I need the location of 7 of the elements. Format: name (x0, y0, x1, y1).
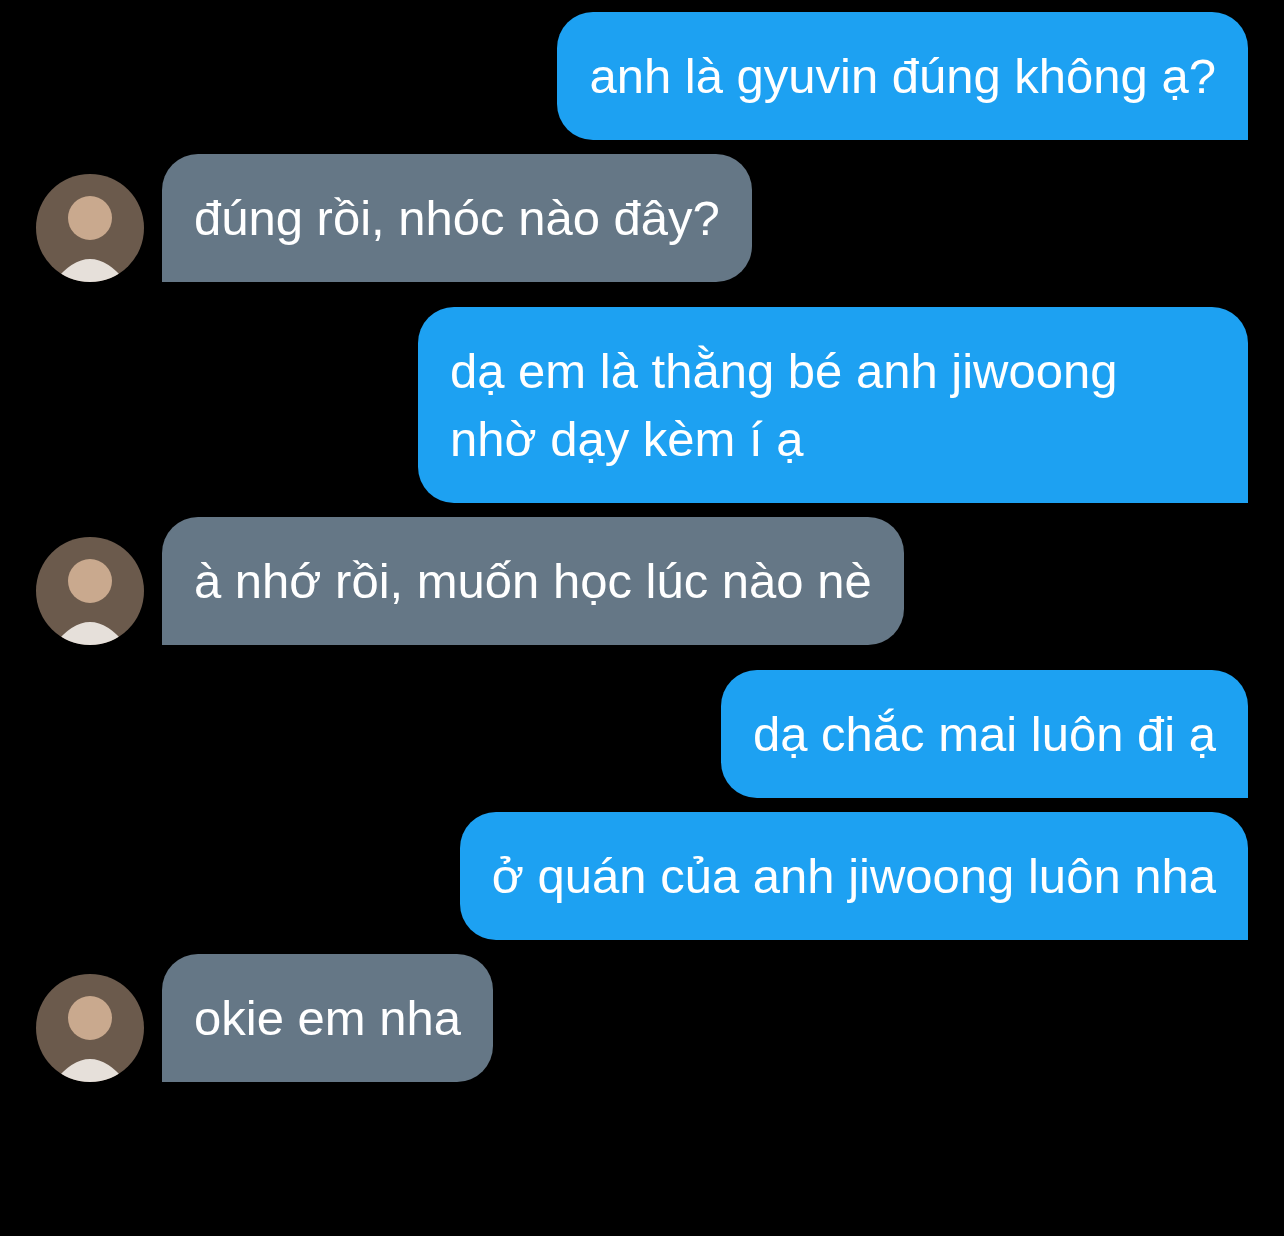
sent-message: dạ em là thằng bé anh jiwoong nhờ dạy kèm í ạ (418, 307, 1248, 503)
sent-message: ở quán của anh jiwoong luôn nha (459, 812, 1248, 940)
received-message: đúng rồi, nhóc nào đây? (162, 154, 752, 282)
sent-message: anh là gyuvin đúng không ạ? (557, 12, 1248, 140)
received-message: à nhớ rồi, muốn học lúc nào nè (162, 517, 904, 645)
sent-message: dạ chắc mai luôn đi ạ (720, 670, 1248, 798)
received-message: okie em nha (162, 954, 493, 1082)
